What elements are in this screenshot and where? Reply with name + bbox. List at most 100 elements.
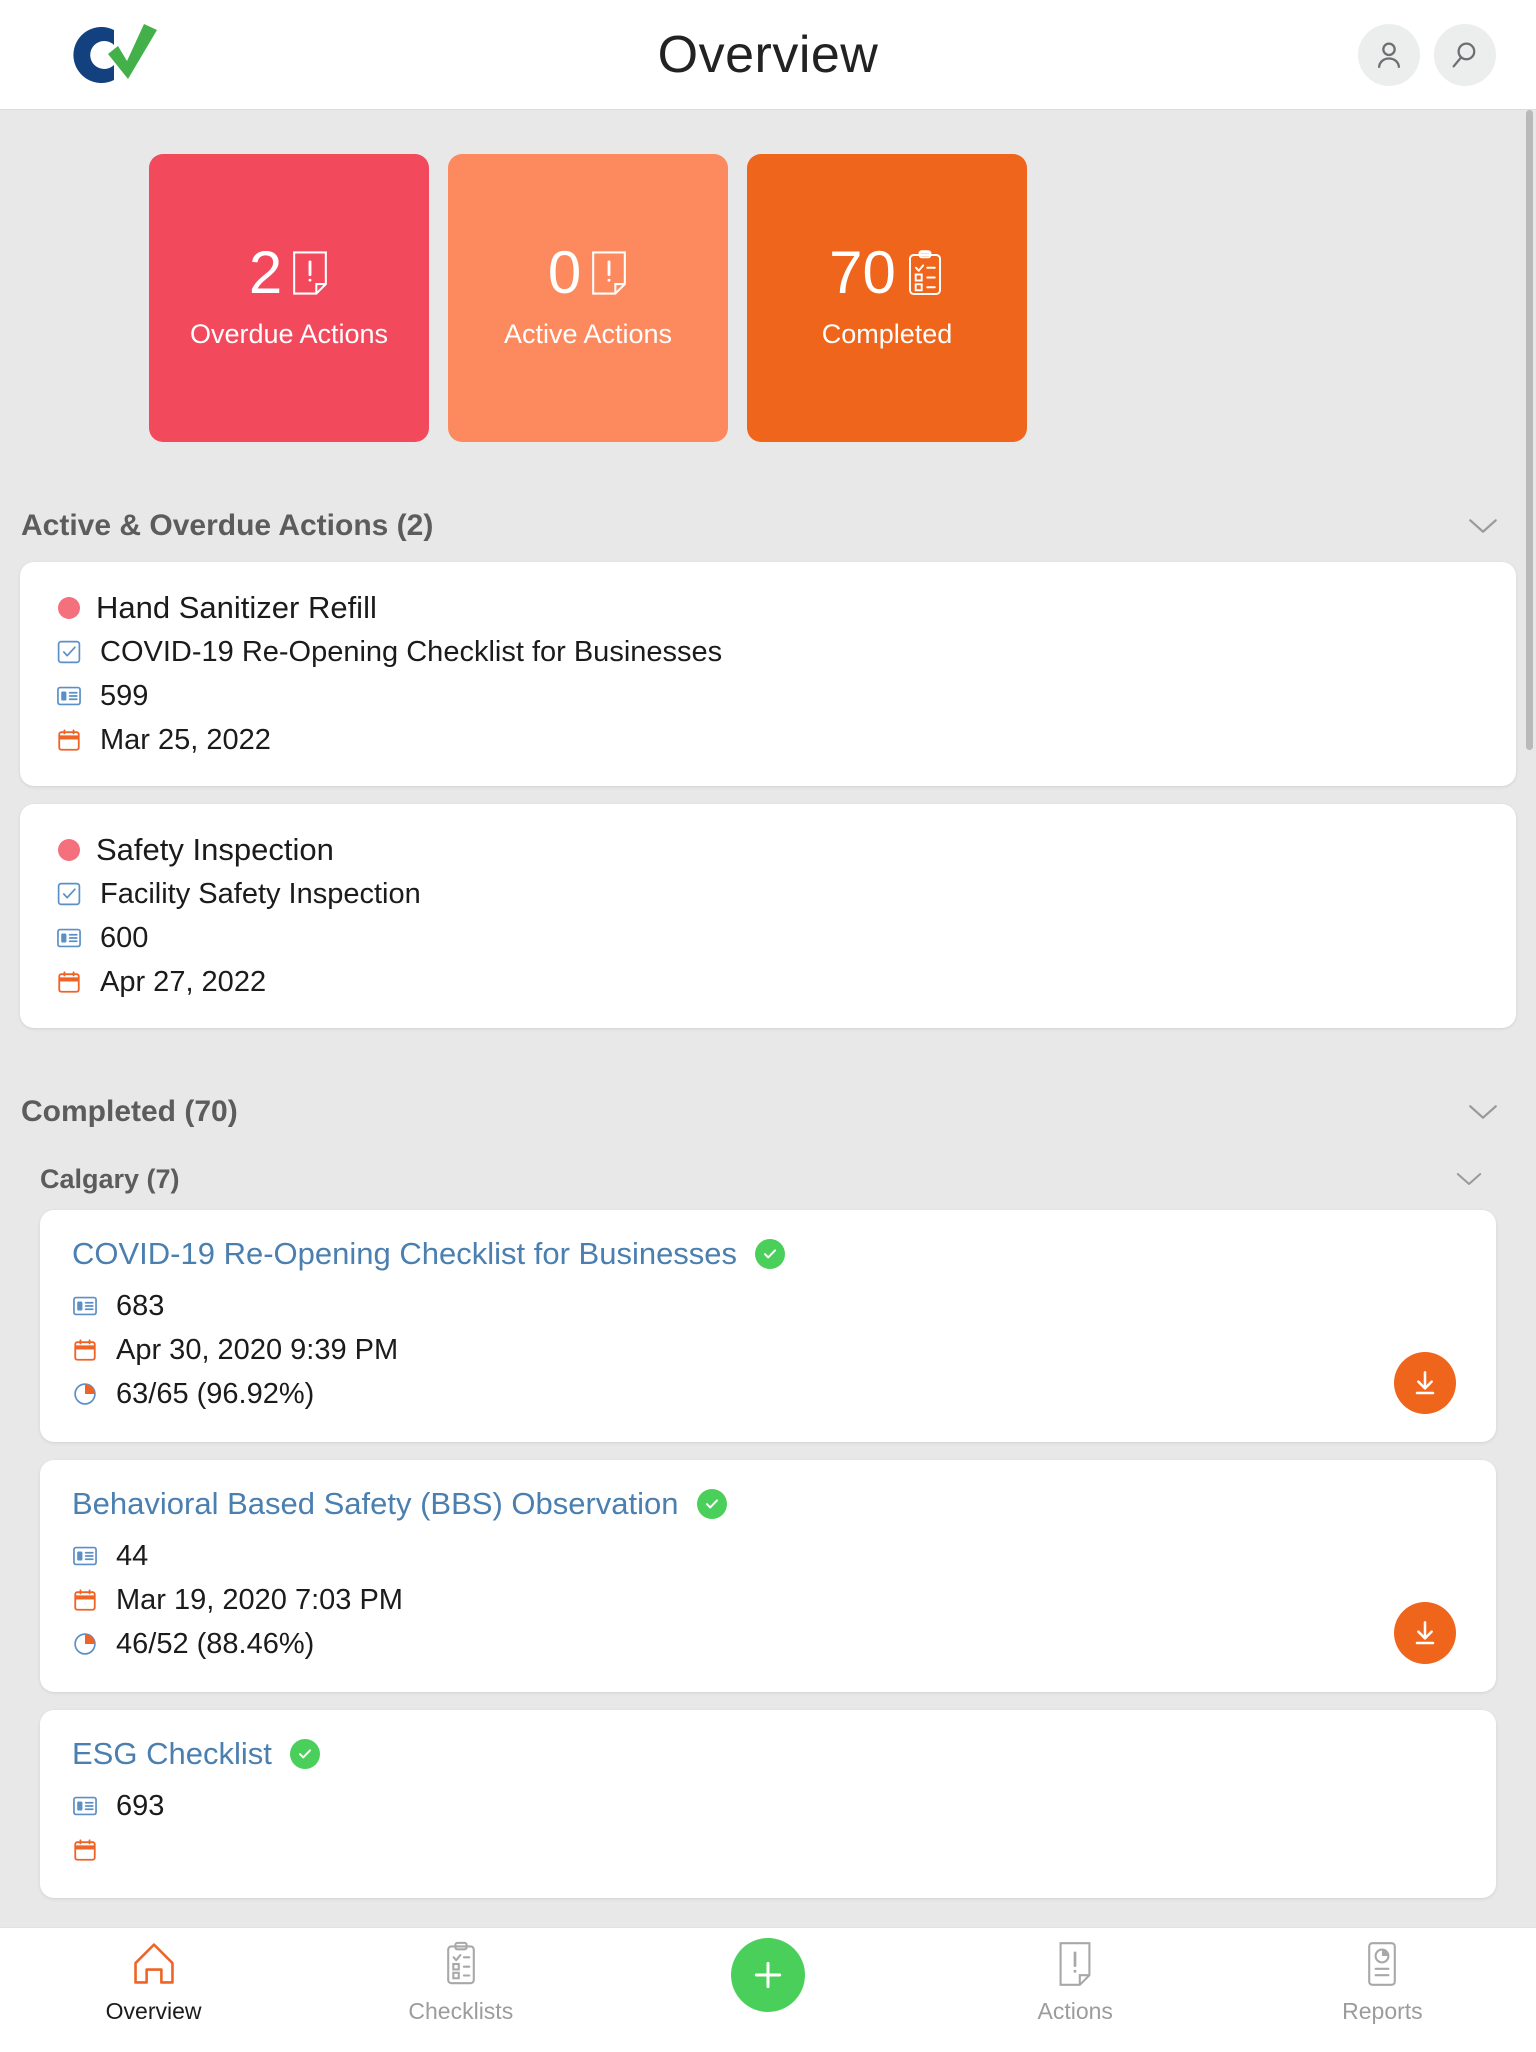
completed-date: Mar 19, 2020 7:03 PM <box>116 1583 403 1616</box>
nav-label: Actions <box>1037 1998 1113 2024</box>
stat-label: Completed <box>821 319 953 349</box>
completed-title: ESG Checklist <box>72 1736 272 1771</box>
completed-score-row: 46/52 (88.46%) <box>70 1622 1496 1666</box>
calendar-icon <box>70 1837 100 1863</box>
page-title: Overview <box>657 25 879 84</box>
download-icon <box>1415 1621 1435 1645</box>
action-date: Apr 27, 2022 <box>100 965 267 998</box>
stat-value: 2 <box>248 239 283 306</box>
report-chart-icon <box>1368 1942 1397 1986</box>
action-id-row: 599 <box>54 674 1516 718</box>
action-list-item[interactable]: Safety Inspection Facility Safety Inspec… <box>20 804 1516 1028</box>
plus-icon <box>754 1961 782 1989</box>
nav-label: Reports <box>1342 1998 1423 2024</box>
completed-group-header-calgary[interactable]: Calgary (7) <box>0 1148 1536 1210</box>
completed-title-row: ESG Checklist <box>70 1736 1496 1772</box>
completed-list-item[interactable]: ESG Checklist 693 <box>40 1710 1496 1898</box>
add-button[interactable] <box>731 1938 805 2012</box>
green-check-icon <box>289 1739 320 1769</box>
action-date-row: Mar 25, 2022 <box>54 718 1516 762</box>
action-checklist-name: Facility Safety Inspection <box>100 877 421 910</box>
download-icon <box>1415 1371 1435 1395</box>
action-id: 600 <box>100 921 149 954</box>
document-alert-icon <box>1059 1942 1091 1986</box>
nav-label: Checklists <box>408 1998 514 2024</box>
active-overdue-section-header[interactable]: Active & Overdue Actions (2) <box>0 490 1536 562</box>
action-list-item[interactable]: Hand Sanitizer Refill COVID-19 Re-Openin… <box>20 562 1516 786</box>
calendar-icon <box>70 1587 100 1613</box>
id-card-icon <box>54 683 84 709</box>
action-name-row: Safety Inspection <box>54 828 1516 872</box>
id-card-icon <box>70 1793 100 1819</box>
nav-item-add[interactable] <box>614 1938 921 2012</box>
completed-id-row: 44 <box>70 1534 1496 1578</box>
action-checklist-row: COVID-19 Re-Opening Checklist for Busine… <box>54 630 1516 674</box>
action-id-row: 600 <box>54 916 1516 960</box>
search-icon <box>1452 42 1476 67</box>
stat-label: Overdue Actions <box>189 319 389 349</box>
completed-section-header[interactable]: Completed (70) <box>0 1076 1536 1148</box>
completed-score: 46/52 (88.46%) <box>116 1627 315 1660</box>
action-date: Mar 25, 2022 <box>100 723 271 756</box>
completed-date-row: Mar 19, 2020 7:03 PM <box>70 1578 1496 1622</box>
completed-date: Apr 30, 2020 9:39 PM <box>116 1333 399 1366</box>
completed-list-item[interactable]: Behavioral Based Safety (BBS) Observatio… <box>40 1460 1496 1692</box>
download-button[interactable] <box>1394 1352 1456 1414</box>
stat-card-overdue[interactable]: 2 Overdue Actions <box>149 154 429 442</box>
completed-score: 63/65 (96.92%) <box>116 1377 315 1410</box>
stat-value: 0 <box>547 239 582 306</box>
checkbox-icon <box>54 639 84 665</box>
stat-value-row: 2 <box>249 243 329 303</box>
id-card-icon <box>70 1293 100 1319</box>
chevron-down-icon[interactable] <box>1466 1102 1500 1122</box>
header-actions <box>1358 23 1496 86</box>
chevron-down-icon[interactable] <box>1454 1170 1484 1188</box>
pie-chart-icon <box>70 1381 100 1407</box>
completed-title: COVID-19 Re-Opening Checklist for Busine… <box>72 1236 738 1271</box>
green-check-icon <box>755 1239 786 1269</box>
stat-card-active[interactable]: 0 Active Actions <box>448 154 728 442</box>
clipboard-checklist-icon <box>908 250 941 295</box>
bottom-navigation: Overview Checklists Actions Reports <box>0 1927 1536 2052</box>
document-alert-icon <box>293 251 328 295</box>
id-card-icon <box>54 925 84 951</box>
completed-title-row: Behavioral Based Safety (BBS) Observatio… <box>70 1486 1496 1522</box>
action-checklist-row: Facility Safety Inspection <box>54 872 1516 916</box>
stat-card-completed[interactable]: 70 Completed <box>747 154 1027 442</box>
action-name-row: Hand Sanitizer Refill <box>54 586 1516 630</box>
profile-button[interactable] <box>1358 23 1420 86</box>
nav-item-actions[interactable]: Actions <box>922 1940 1229 2025</box>
download-button[interactable] <box>1394 1602 1456 1664</box>
action-name: Hand Sanitizer Refill <box>96 590 377 625</box>
action-date-row: Apr 27, 2022 <box>54 960 1516 1004</box>
scroll-content[interactable]: 2 Overdue Actions 0 Active Actions 70 Co… <box>0 110 1536 1927</box>
completed-id: 44 <box>116 1539 149 1572</box>
completed-list-item[interactable]: COVID-19 Re-Opening Checklist for Busine… <box>40 1210 1496 1442</box>
calendar-icon <box>54 969 84 995</box>
person-icon <box>1377 42 1401 68</box>
stat-value-row: 0 <box>548 243 628 303</box>
completed-title-row: COVID-19 Re-Opening Checklist for Busine… <box>70 1236 1496 1272</box>
vertical-scrollbar[interactable] <box>1526 110 1533 750</box>
checkbox-icon <box>54 881 84 907</box>
status-dot-icon <box>58 597 80 619</box>
chevron-down-icon[interactable] <box>1466 516 1500 536</box>
completed-date-row: Apr 30, 2020 9:39 PM <box>70 1328 1496 1372</box>
search-button[interactable] <box>1434 23 1496 86</box>
nav-label: Overview <box>105 1998 202 2024</box>
calendar-icon <box>54 727 84 753</box>
green-check-icon <box>696 1489 727 1519</box>
completed-score-row: 63/65 (96.92%) <box>70 1372 1496 1416</box>
id-card-icon <box>70 1543 100 1569</box>
group-title: Calgary (7) <box>40 1163 180 1194</box>
nav-item-checklists[interactable]: Checklists <box>307 1940 614 2025</box>
nav-item-reports[interactable]: Reports <box>1229 1940 1536 2025</box>
completed-id-row: 693 <box>70 1784 1496 1828</box>
stat-cards: 2 Overdue Actions 0 Active Actions 70 Co… <box>0 110 1536 442</box>
document-alert-icon <box>592 251 627 295</box>
section-title: Active & Overdue Actions (2) <box>21 509 434 542</box>
nav-item-overview[interactable]: Overview <box>0 1940 307 2025</box>
action-checklist-name: COVID-19 Re-Opening Checklist for Busine… <box>100 635 723 668</box>
calendar-icon <box>70 1337 100 1363</box>
completed-id-row: 683 <box>70 1284 1496 1328</box>
